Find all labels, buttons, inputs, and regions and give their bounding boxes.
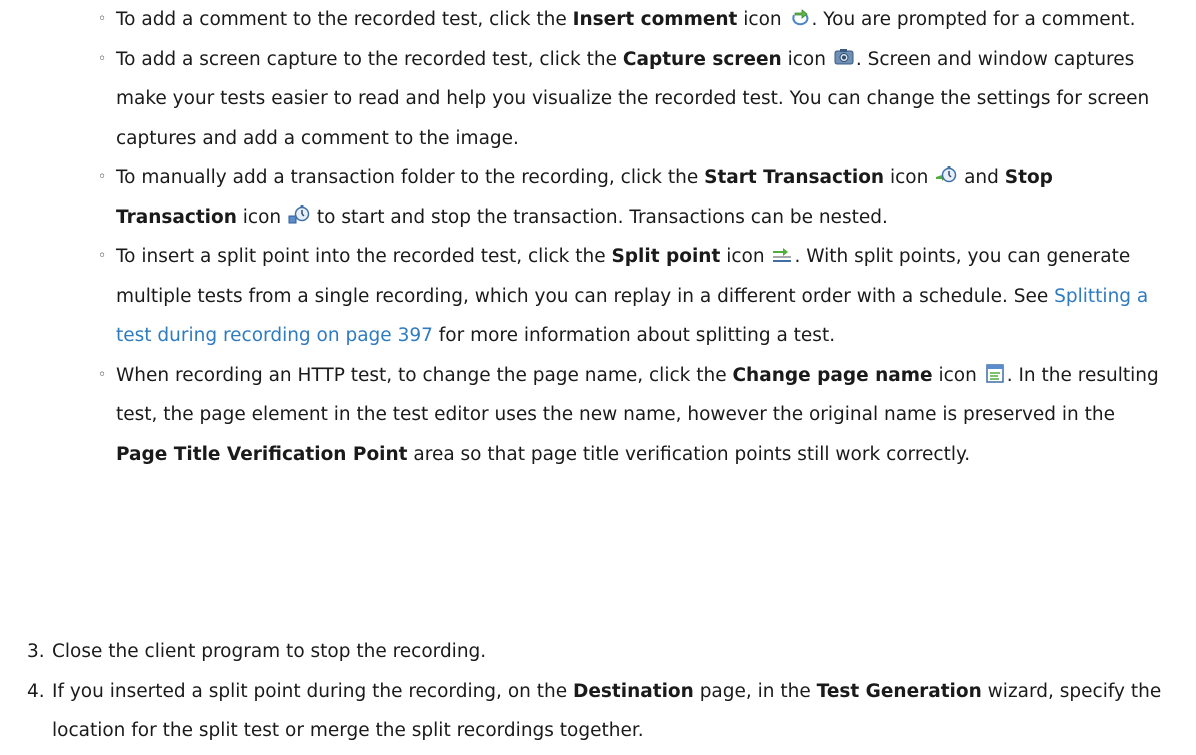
list-item: 4. If you inserted a split point during … <box>0 672 1196 751</box>
ui-term: Change page name <box>732 364 933 386</box>
text: icon <box>720 246 771 267</box>
list-item: 3. Close the client program to stop the … <box>0 632 1196 672</box>
sub-bullet-list: ◦ To add a comment to the recorded test,… <box>98 0 1168 474</box>
text: Close the client program to stop the rec… <box>52 641 487 662</box>
text: and <box>958 167 1005 188</box>
circle-bullet-icon: ◦ <box>98 169 107 185</box>
text: icon <box>737 9 788 30</box>
start-transaction-icon <box>935 164 957 186</box>
text: To add a screen capture to the recorded … <box>116 48 623 70</box>
list-item: ◦ When recording an HTTP test, to change… <box>98 356 1168 475</box>
list-item: ◦ To insert a split point into the recor… <box>98 237 1168 356</box>
ui-term: Destination <box>572 680 694 702</box>
text: icon <box>236 206 288 228</box>
text: to start and stop the transaction. Trans… <box>311 206 888 228</box>
list-item: ◦ To add a screen capture to the recorde… <box>98 40 1168 159</box>
stop-transaction-icon <box>288 204 310 226</box>
circle-bullet-icon: ◦ <box>98 11 107 27</box>
text: area so that page title verification poi… <box>407 443 971 465</box>
text: icon <box>884 167 935 188</box>
text: To add a comment to the recorded test, c… <box>116 9 573 30</box>
ui-term: Start Transaction <box>704 167 885 188</box>
text: To manually add a transaction folder to … <box>116 167 705 188</box>
ui-term: Insert comment <box>572 9 738 30</box>
circle-bullet-icon: ◦ <box>98 248 107 264</box>
ui-term: Test Generation <box>816 680 982 702</box>
ui-term: Page Title Verification Point <box>116 443 408 465</box>
text: To insert a split point into the recorde… <box>116 246 612 267</box>
text: icon <box>781 48 832 70</box>
ui-term: Capture screen <box>622 48 782 70</box>
circle-bullet-icon: ◦ <box>98 366 107 383</box>
ui-term: Split point <box>611 246 721 267</box>
step-number: 3. <box>27 641 45 662</box>
capture-screen-icon <box>833 46 855 68</box>
text: . You are prompted for a comment. <box>811 9 1136 30</box>
text: When recording an HTTP test, to change t… <box>116 364 733 386</box>
text: If you inserted a split point during the… <box>52 680 573 702</box>
list-item: ◦ To manually add a transaction folder t… <box>98 158 1168 237</box>
text: page, in the <box>693 680 817 702</box>
step-number: 4. <box>27 680 45 702</box>
circle-bullet-icon: ◦ <box>98 50 107 67</box>
change-page-name-icon <box>984 362 1006 384</box>
insert-comment-icon <box>789 6 811 28</box>
numbered-step-list: 3. Close the client program to stop the … <box>0 632 1196 751</box>
text: icon <box>932 364 983 386</box>
document-page: ◦ To add a comment to the recorded test,… <box>0 0 1196 755</box>
split-point-icon <box>771 243 793 265</box>
text: for more information about splitting a t… <box>432 325 836 346</box>
list-item: ◦ To add a comment to the recorded test,… <box>98 0 1168 40</box>
